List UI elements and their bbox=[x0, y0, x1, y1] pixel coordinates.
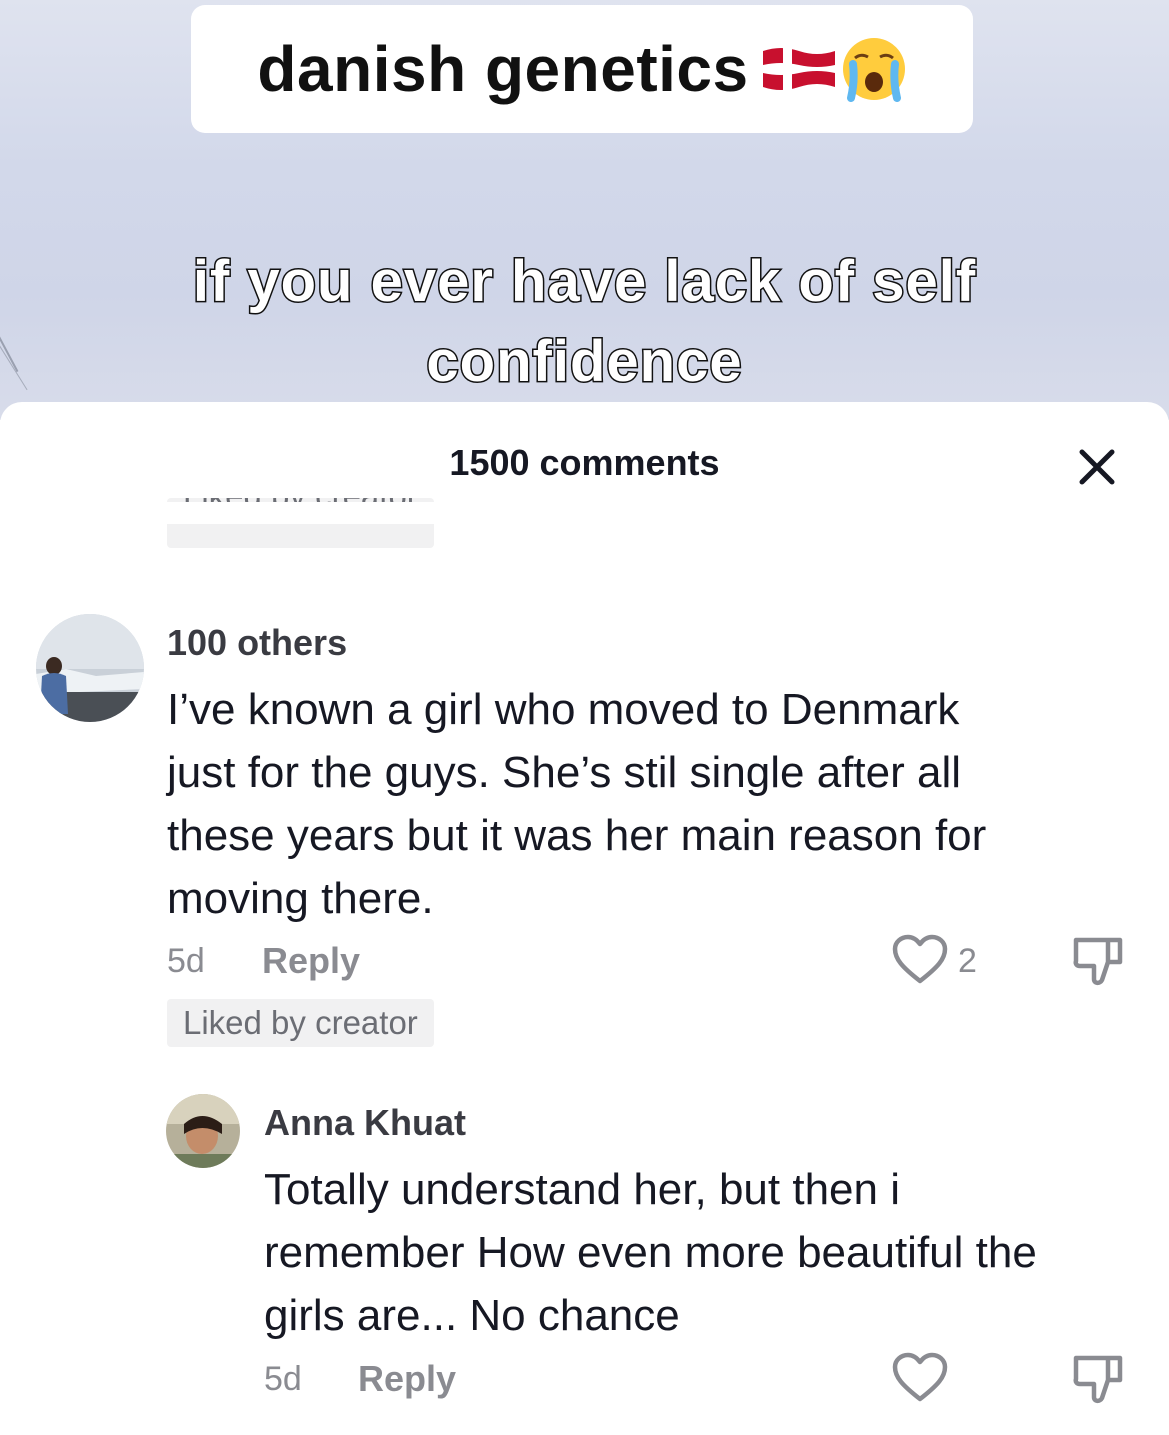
video-caption-line: confidence bbox=[425, 328, 743, 396]
comment-timestamp: 5d bbox=[264, 1360, 302, 1398]
avatar[interactable] bbox=[36, 614, 144, 722]
close-icon[interactable] bbox=[1070, 440, 1124, 494]
avatar[interactable] bbox=[166, 1094, 240, 1168]
comment-text: I’ve known a girl who moved to Denmark j… bbox=[167, 678, 986, 930]
crying-face-icon bbox=[841, 36, 907, 102]
comments-panel: 1500 comments Liked by creator 100 other… bbox=[0, 402, 1169, 1435]
reply-button[interactable]: Reply bbox=[262, 940, 360, 982]
comment-username[interactable]: 100 others bbox=[167, 622, 347, 664]
scroll-mask bbox=[0, 502, 1169, 524]
heart-icon[interactable] bbox=[892, 1352, 948, 1404]
liked-by-creator-badge: Liked by creator bbox=[167, 999, 434, 1047]
video-background: danish genetics if you ever have lack of… bbox=[0, 0, 1169, 420]
comment-text-line: girls are... No chance bbox=[264, 1291, 680, 1340]
comment-text-line: moving there. bbox=[167, 874, 434, 923]
dislike-icon[interactable] bbox=[1072, 934, 1126, 988]
reply-button[interactable]: Reply bbox=[358, 1358, 456, 1400]
comment-text-line: I’ve known a girl who moved to Denmark bbox=[167, 685, 960, 734]
like-count: 2 bbox=[958, 942, 977, 980]
comment-text-line: these years but it was her main reason f… bbox=[167, 811, 987, 860]
comments-count-header: 1500 comments bbox=[449, 442, 720, 483]
video-title-box: danish genetics bbox=[191, 5, 973, 133]
dislike-icon[interactable] bbox=[1072, 1352, 1126, 1406]
video-caption-line: if you ever have lack of self bbox=[191, 248, 977, 316]
video-title: danish genetics bbox=[257, 33, 749, 105]
heart-icon[interactable] bbox=[892, 934, 948, 986]
comment-text-line: just for the guys. She’s stil single aft… bbox=[167, 748, 962, 797]
comment-text-line: remember How even more beautiful the bbox=[264, 1228, 1037, 1277]
comment-text-line: Totally understand her, but then i bbox=[264, 1165, 900, 1214]
comment-username[interactable]: Anna Khuat bbox=[264, 1102, 466, 1144]
denmark-flag-icon bbox=[762, 45, 835, 93]
comment-timestamp: 5d bbox=[167, 942, 205, 980]
comment-text: Totally understand her, but then i remem… bbox=[264, 1158, 1037, 1347]
